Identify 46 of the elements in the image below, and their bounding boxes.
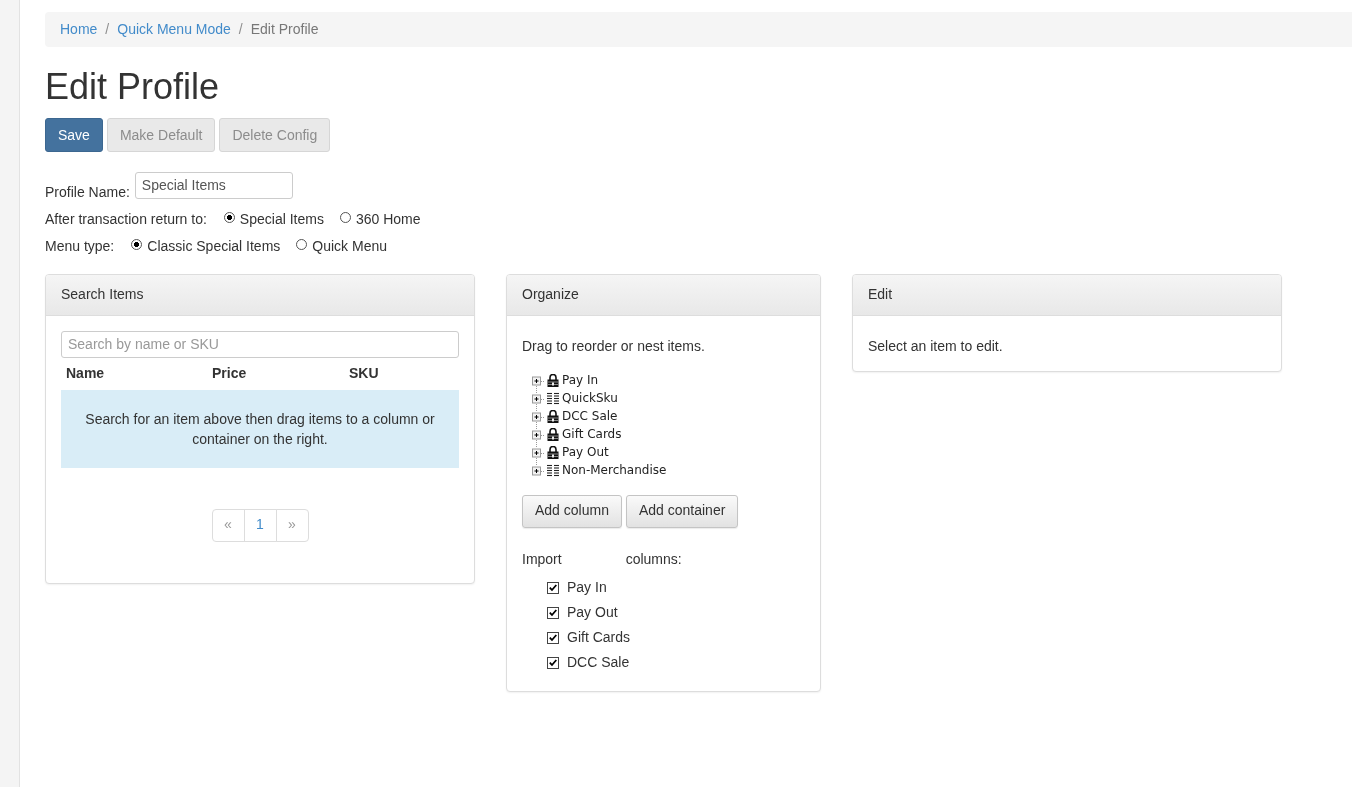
breadcrumb-current: Edit Profile — [250, 19, 319, 39]
checkbox[interactable] — [547, 607, 559, 620]
field-label: After transaction return to: — [45, 210, 207, 230]
action-button[interactable]: Save — [45, 117, 103, 152]
radio-button[interactable] — [339, 212, 351, 224]
radio-button[interactable] — [296, 239, 308, 251]
profile-name-field[interactable]: Special Items — [134, 171, 293, 199]
hint-text: Drag to reorder or nest items. — [522, 336, 706, 356]
import-label: columns: — [625, 549, 682, 569]
tree-item[interactable]: Pay Out — [562, 444, 609, 462]
info-message: Search for an item above then drag items to a column or container on the right. — [61, 389, 459, 468]
search-field[interactable]: Search by name or SKU — [61, 330, 459, 358]
checkbox-label: Pay Out — [567, 603, 618, 623]
tree-item[interactable]: Pay In — [562, 372, 599, 390]
tree-item[interactable]: Gift Cards — [562, 426, 622, 444]
radio-button[interactable] — [223, 212, 235, 224]
page-title: Edit Profile — [45, 67, 221, 107]
checkbox-label: Pay In — [567, 578, 607, 598]
column-header: Name — [66, 363, 106, 383]
panel-header: Organize — [507, 274, 820, 316]
checkbox[interactable] — [547, 582, 559, 595]
checkbox-label: Gift Cards — [567, 628, 630, 648]
import-label: Import — [522, 549, 562, 569]
panel-header: Search Items — [46, 274, 474, 316]
column-header: Price — [212, 363, 248, 383]
column-header: SKU — [349, 363, 380, 383]
radio-label: Quick Menu — [312, 237, 387, 257]
breadcrumb-separator: / — [237, 19, 244, 39]
pagination-link[interactable]: 1 — [243, 508, 277, 542]
checkbox[interactable] — [547, 632, 559, 645]
breadcrumb-separator: / — [104, 19, 111, 39]
checkbox-label: DCC Sale — [567, 653, 630, 673]
hint-text: Select an item to edit. — [868, 336, 1004, 356]
add-button[interactable]: Add container — [625, 494, 739, 528]
tree-item[interactable]: QuickSku — [562, 390, 618, 408]
tree-item[interactable]: DCC Sale — [562, 408, 618, 426]
radio-label: Special Items — [239, 210, 324, 230]
field-label: Profile Name: — [45, 183, 130, 201]
add-button[interactable]: Add column — [522, 494, 622, 528]
field-label: Menu type: — [45, 237, 115, 257]
radio-label: Classic Special Items — [147, 237, 281, 257]
radio-button[interactable] — [131, 239, 143, 251]
checkbox[interactable] — [547, 657, 559, 670]
radio-label: 360 Home — [355, 210, 421, 230]
tree-item[interactable]: Non-Merchandise — [562, 462, 667, 480]
panel-header: Edit — [853, 274, 1281, 316]
